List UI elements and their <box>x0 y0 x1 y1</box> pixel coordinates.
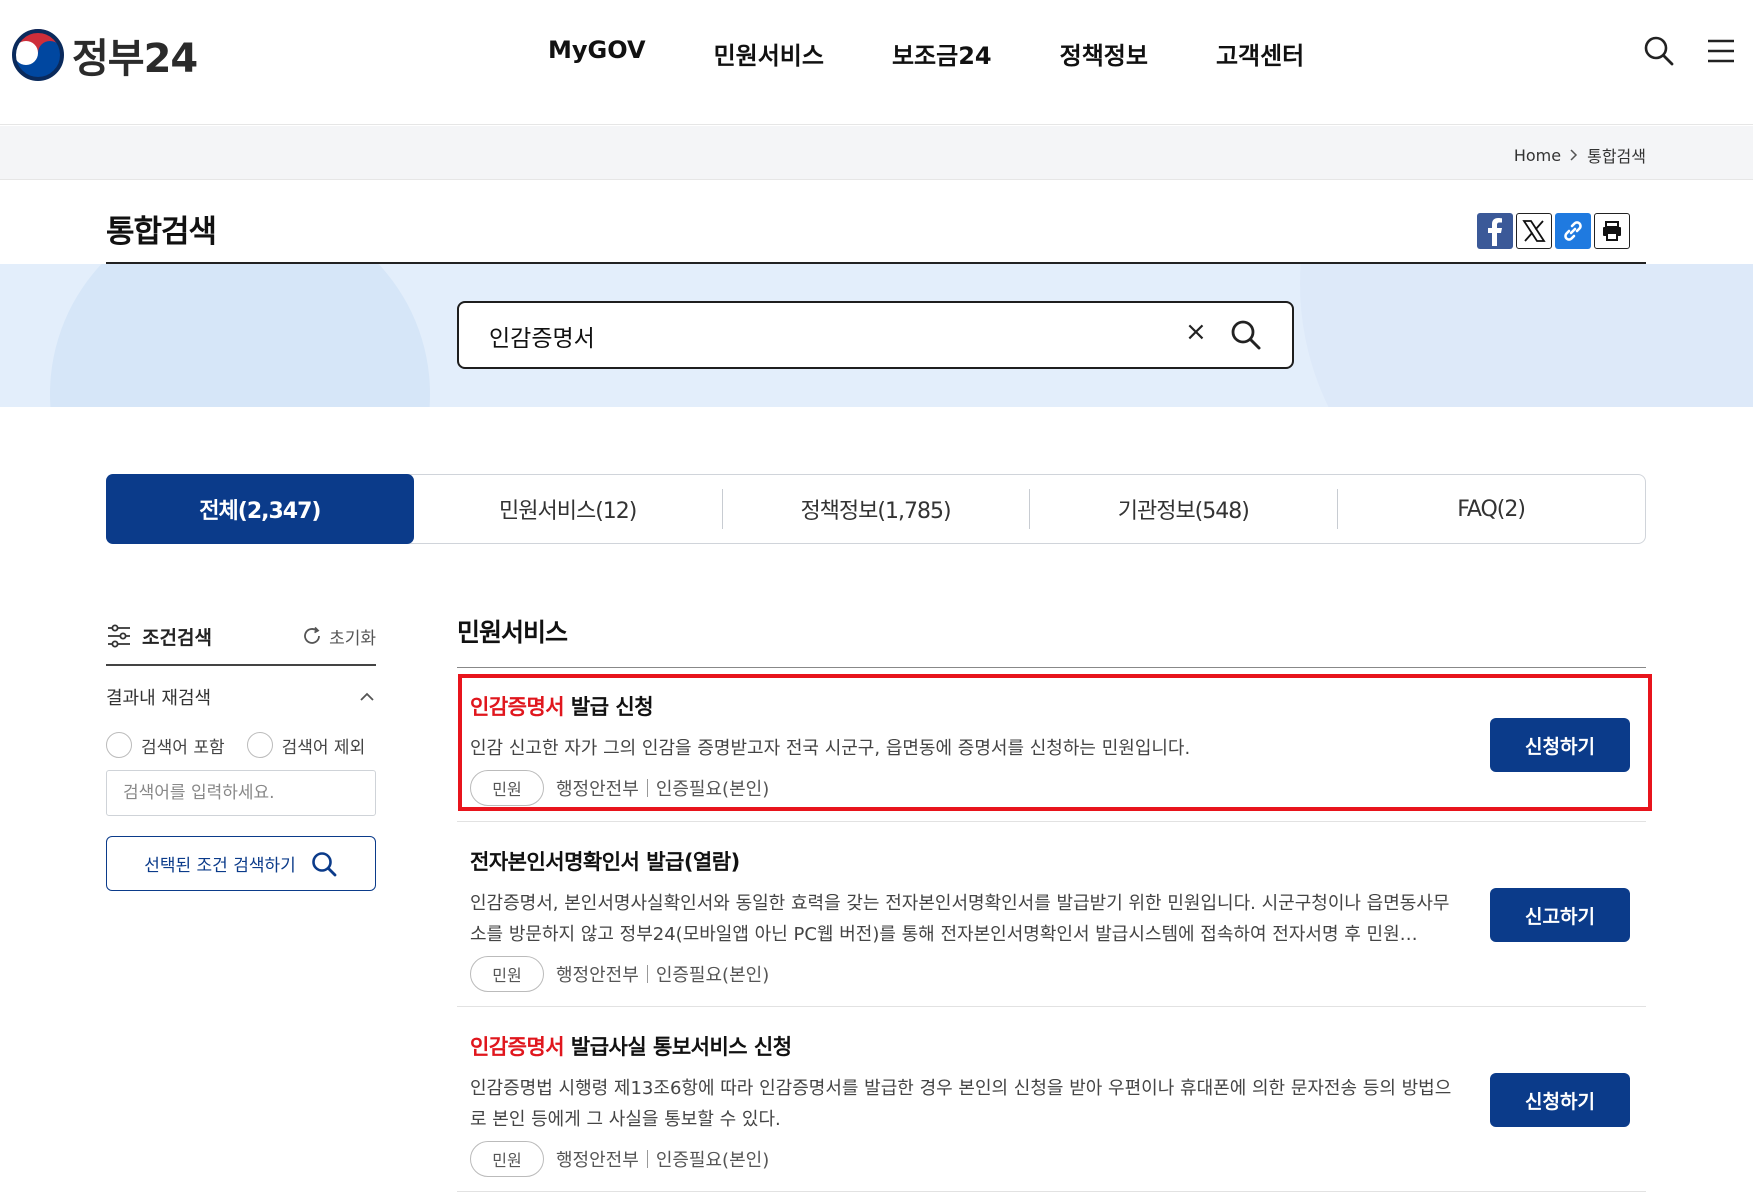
filter-search-button[interactable]: 선택된 조건 검색하기 <box>106 836 376 891</box>
clear-icon[interactable]: × <box>1185 317 1207 347</box>
result-item: 전자본인서명확인서 발급(열람) 인감증명서, 본인서명사실확인서와 동일한 효… <box>457 822 1646 1007</box>
result-title[interactable]: 인감증명서 발급사실 통보서비스 신청 <box>470 1031 1646 1061</box>
exclude-radio[interactable]: 검색어 제외 <box>246 732 366 758</box>
facebook-icon[interactable] <box>1477 213 1513 249</box>
radio-circle <box>246 732 273 758</box>
refine-search-input[interactable] <box>106 770 376 816</box>
meta-separator <box>646 779 648 797</box>
apply-button[interactable]: 신청하기 <box>1490 1073 1630 1127</box>
print-icon[interactable] <box>1594 213 1630 249</box>
search-input[interactable] <box>489 321 1149 351</box>
filter-sliders-icon <box>108 624 130 648</box>
section-title: 민원서비스 <box>457 618 568 647</box>
result-title-highlight: 인감증명서 <box>470 695 565 719</box>
tab-civil-service[interactable]: 민원서비스(12) <box>414 475 722 543</box>
page-title: 통합검색 <box>106 214 217 250</box>
refine-section-toggle[interactable]: 결과내 재검색 <box>106 684 376 710</box>
include-radio[interactable]: 검색어 포함 <box>106 732 225 758</box>
refine-label: 결과내 재검색 <box>106 688 212 709</box>
auth-label: 인증필요(본인) <box>655 1150 770 1171</box>
filter-sidebar: 조건검색 초기화 결과내 재검색 검색어 포함 검색어 제외 선택된 조건 검색… <box>106 612 376 891</box>
category-chip: 민원 <box>470 956 544 992</box>
refresh-icon <box>304 626 320 644</box>
link-icon[interactable] <box>1555 213 1591 249</box>
search-icon[interactable] <box>1642 34 1676 68</box>
site-header: 정부24 MyGOV 민원서비스 보조금24 정책정보 고객센터 <box>0 0 1753 125</box>
category-chip: 민원 <box>470 770 544 806</box>
exclude-label: 검색어 제외 <box>281 737 366 758</box>
tab-policy-info[interactable]: 정책정보(1,785) <box>721 475 1030 543</box>
result-meta: 민원 행정안전부 인증필요(본인) <box>470 1141 1646 1177</box>
nav-subsidy24[interactable]: 보조금24 <box>892 36 992 71</box>
nav-mygov[interactable]: MyGOV <box>548 36 646 71</box>
result-title-text: 발급 신청 <box>564 695 654 719</box>
apply-button[interactable]: 신청하기 <box>1490 718 1630 772</box>
nav-civil-service[interactable]: 민원서비스 <box>714 36 824 71</box>
breadcrumb: Home 통합검색 <box>1514 143 1646 167</box>
agency-label: 행정안전부 <box>556 1150 639 1171</box>
result-item: 인감증명서 발급사실 통보서비스 신청 인감증명법 시행령 제13조6항에 따라… <box>457 1007 1646 1192</box>
category-chip: 민원 <box>470 1141 544 1177</box>
breadcrumb-home[interactable]: Home <box>1514 146 1561 165</box>
meta-separator <box>646 965 648 983</box>
reset-button[interactable]: 초기화 <box>301 624 376 649</box>
tab-faq[interactable]: FAQ(2) <box>1337 475 1645 543</box>
meta-separator <box>646 1150 648 1168</box>
x-icon[interactable] <box>1516 213 1552 249</box>
banner-decoration <box>1300 264 1753 407</box>
breadcrumb-bar: Home 통합검색 <box>0 126 1753 180</box>
menu-icon[interactable] <box>1704 34 1738 68</box>
filter-title: 조건검색 <box>106 623 212 650</box>
global-nav: MyGOV 민원서비스 보조금24 정책정보 고객센터 <box>548 36 1304 71</box>
auth-label: 인증필요(본인) <box>655 965 770 986</box>
result-description: 인감증명법 시행령 제13조6항에 따라 인감증명서를 발급한 경우 본인의 신… <box>470 1078 1452 1130</box>
result-tabs: 전체(2,347) 민원서비스(12) 정책정보(1,785) 기관정보(548… <box>106 474 1646 544</box>
chevron-right-icon <box>1570 149 1578 161</box>
agency-label: 행정안전부 <box>556 779 639 800</box>
chevron-up-icon <box>360 692 374 701</box>
result-title[interactable]: 인감증명서 발급 신청 <box>470 691 1646 721</box>
report-button[interactable]: 신고하기 <box>1490 888 1630 942</box>
agency-label: 행정안전부 <box>556 965 639 986</box>
government-emblem-icon <box>12 29 64 81</box>
logo-text: 정부24 <box>72 36 198 82</box>
result-description: 인감증명서, 본인서명사실확인서와 동일한 효력을 갖는 전자본인서명확인서를 … <box>470 893 1450 945</box>
search-submit-icon[interactable] <box>1229 318 1263 352</box>
reset-label: 초기화 <box>329 628 376 649</box>
result-meta: 민원 행정안전부 인증필요(본인) <box>470 956 1646 992</box>
banner-decoration <box>50 264 430 407</box>
refine-options: 검색어 포함 검색어 제외 <box>106 732 376 758</box>
search-box: × <box>457 301 1294 369</box>
site-logo[interactable]: 정부24 <box>12 26 198 84</box>
result-item: 인감증명서 발급 신청 인감 신고한 자가 그의 인감을 증명받고자 전국 시군… <box>457 683 1646 822</box>
result-title-text: 발급사실 통보서비스 신청 <box>564 1035 792 1059</box>
section-divider <box>457 667 1646 668</box>
search-icon <box>311 851 337 876</box>
result-description: 인감 신고한 자가 그의 인감을 증명받고자 전국 시군구, 읍면동에 증명서를… <box>470 738 1191 759</box>
filter-header: 조건검색 초기화 <box>106 612 376 666</box>
tab-all[interactable]: 전체(2,347) <box>106 474 414 544</box>
include-label: 검색어 포함 <box>141 737 225 758</box>
breadcrumb-current: 통합검색 <box>1587 147 1646 166</box>
tab-agency-info[interactable]: 기관정보(548) <box>1029 475 1337 543</box>
result-title[interactable]: 전자본인서명확인서 발급(열람) <box>470 846 1646 876</box>
filter-search-label: 선택된 조건 검색하기 <box>144 856 296 876</box>
result-title-text: 전자본인서명확인서 발급(열람) <box>470 850 740 874</box>
result-title-highlight: 인감증명서 <box>470 1035 565 1059</box>
auth-label: 인증필요(본인) <box>655 779 770 800</box>
nav-policy-info[interactable]: 정책정보 <box>1060 36 1148 71</box>
share-toolbar <box>1477 213 1630 249</box>
nav-customer-center[interactable]: 고객센터 <box>1216 36 1304 71</box>
result-meta: 민원 행정안전부 인증필요(본인) <box>470 770 1646 806</box>
filter-title-label: 조건검색 <box>142 626 212 649</box>
radio-circle <box>106 732 132 758</box>
